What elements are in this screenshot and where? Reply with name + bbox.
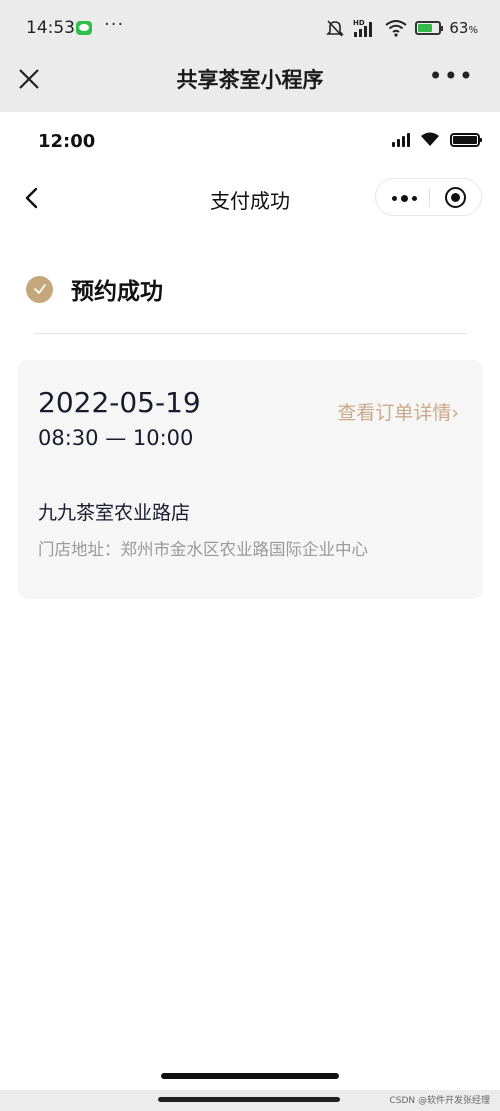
wechat-icon (76, 21, 92, 35)
order-card: 2022-05-19 08:30 — 10:00 查看订单详情› 九九茶室农业路… (18, 360, 483, 599)
signal-icon: HD (353, 19, 373, 37)
capsule-button (375, 178, 482, 216)
store-address: 门店地址：郑州市金水区农业路国际企业中心 (38, 536, 368, 560)
notification-more: ··· (104, 14, 125, 35)
os-clock: 14:53 (26, 18, 75, 38)
order-date: 2022-05-19 (38, 386, 201, 419)
success-text: 预约成功 (71, 279, 163, 305)
capsule-menu-icon[interactable] (392, 195, 417, 202)
miniprogram-header: 共享茶室小程序 ••• (0, 56, 500, 112)
capsule-close-icon[interactable] (445, 187, 466, 208)
inner-status-icons (392, 132, 482, 147)
home-indicator[interactable] (161, 1073, 339, 1079)
inner-status-bar: 12:00 (0, 112, 500, 170)
battery-icon (415, 21, 444, 35)
address-value: 郑州市金水区农业路国际企业中心 (120, 540, 369, 559)
watermark: CSDN @软件开发张经理 (389, 1096, 490, 1106)
check-icon (26, 275, 53, 303)
wifi-icon (421, 132, 439, 146)
bottom-strip: CSDN @软件开发张经理 (0, 1090, 500, 1111)
store-name: 九九茶室农业路店 (38, 502, 191, 524)
more-icon[interactable]: ••• (429, 62, 474, 90)
order-time-range: 08:30 — 10:00 (38, 426, 194, 450)
wifi-icon (385, 20, 408, 37)
signal-icon (392, 132, 410, 147)
divider (34, 333, 467, 334)
view-order-detail-link[interactable]: 查看订单详情› (337, 398, 459, 425)
os-status-bar: 14:53 ··· HD 63% (0, 0, 500, 56)
capsule-divider (429, 189, 430, 207)
hd-label: HD (353, 19, 365, 27)
mute-icon (326, 20, 345, 37)
chevron-right-icon: › (451, 402, 459, 424)
page-nav-bar: 支付成功 (0, 170, 500, 226)
battery-icon (450, 132, 482, 147)
inner-clock: 12:00 (38, 131, 96, 152)
success-status: 预约成功 (26, 272, 163, 306)
battery-percent: 63% (449, 19, 478, 37)
miniprogram-title: 共享茶室小程序 (176, 68, 324, 92)
detail-link-label: 查看订单详情 (337, 402, 452, 424)
os-status-icons: HD 63% (325, 17, 478, 39)
system-gesture-bar[interactable] (158, 1097, 340, 1102)
address-label: 门店地址： (38, 540, 121, 559)
